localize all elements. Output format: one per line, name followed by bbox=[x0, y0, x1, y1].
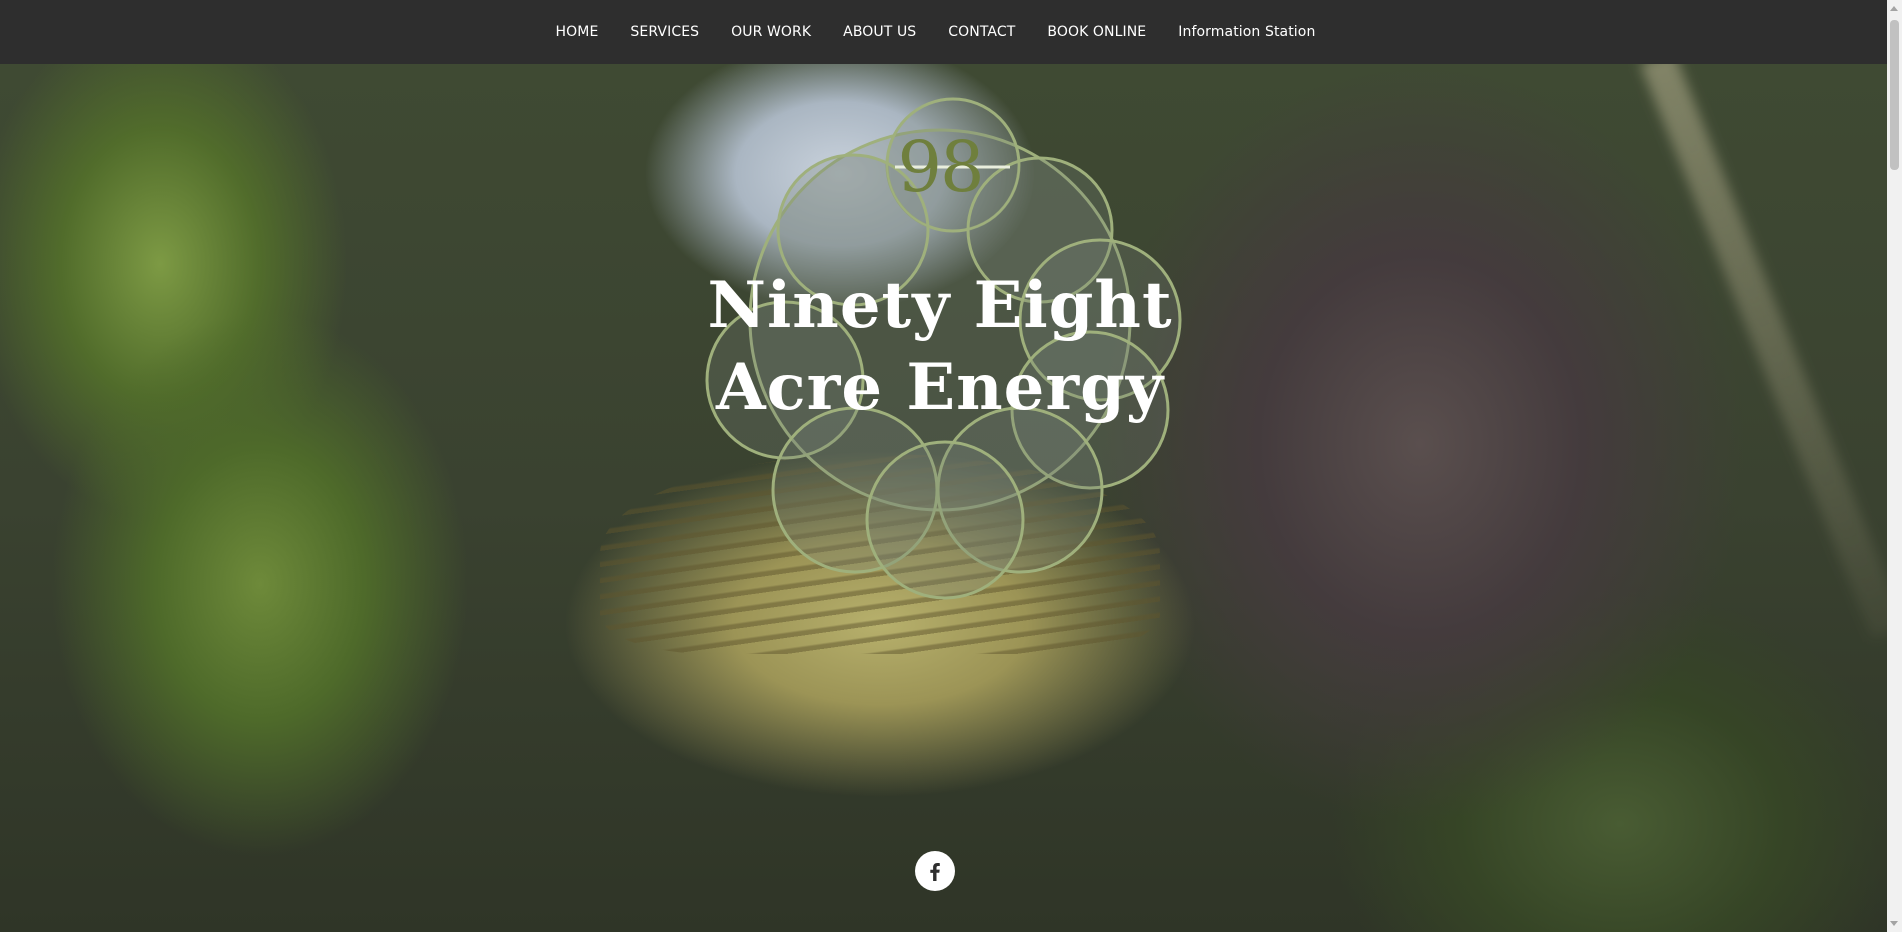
nav-services[interactable]: SERVICES bbox=[614, 24, 715, 40]
top-navigation-bar: HOME SERVICES OUR WORK ABOUT US CONTACT … bbox=[0, 0, 1887, 64]
scrollbar-thumb[interactable] bbox=[1890, 20, 1899, 170]
facebook-icon[interactable] bbox=[915, 851, 955, 891]
scroll-down-arrow-icon[interactable] bbox=[1890, 921, 1898, 926]
nav-home[interactable]: HOME bbox=[556, 24, 615, 40]
logo-title-line1: Ninety Eight bbox=[707, 268, 1173, 343]
page-scrollbar[interactable] bbox=[1887, 0, 1902, 932]
facebook-f-glyph-icon bbox=[930, 863, 940, 881]
nav-contact[interactable]: CONTACT bbox=[932, 24, 1031, 40]
nav-book-online[interactable]: BOOK ONLINE bbox=[1031, 24, 1162, 40]
logo-emblem: 98 Ninety Eight Acre Energy bbox=[670, 90, 1210, 610]
sun-ray bbox=[1640, 64, 1887, 639]
nav-information-station[interactable]: Information Station bbox=[1162, 24, 1331, 40]
page: HOME SERVICES OUR WORK ABOUT US CONTACT … bbox=[0, 0, 1902, 932]
nav-about-us[interactable]: ABOUT US bbox=[827, 24, 932, 40]
logo-number: 98 bbox=[897, 126, 984, 208]
logo-title-line2: Acre Energy bbox=[715, 350, 1165, 425]
main-nav: HOME SERVICES OUR WORK ABOUT US CONTACT … bbox=[0, 0, 1887, 64]
nav-our-work[interactable]: OUR WORK bbox=[715, 24, 827, 40]
scroll-up-arrow-icon[interactable] bbox=[1890, 6, 1898, 11]
